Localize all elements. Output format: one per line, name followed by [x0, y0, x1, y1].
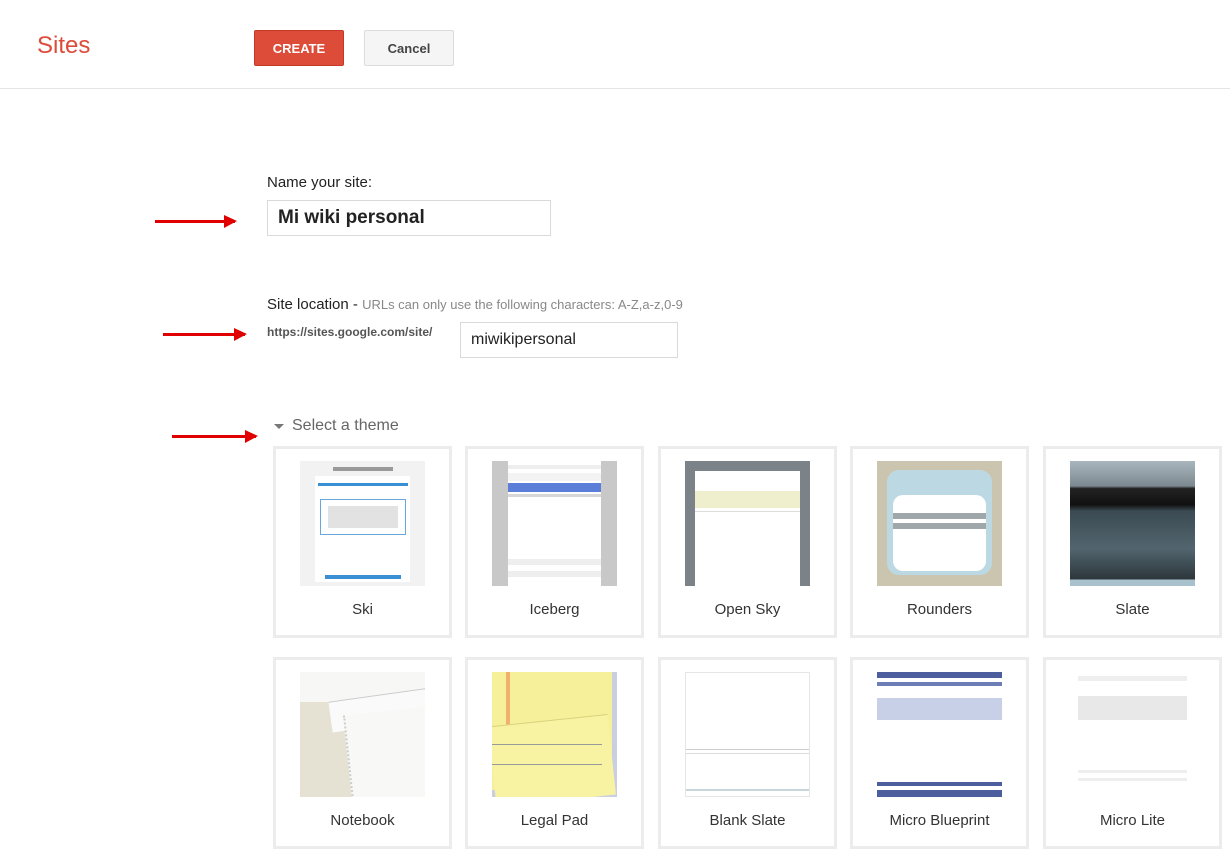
ski-theme-thumbnail	[300, 461, 425, 586]
theme-card-open-sky[interactable]: Open Sky	[658, 446, 837, 638]
theme-card-micro-lite[interactable]: Micro Lite	[1043, 657, 1222, 849]
slate-theme-thumbnail	[1070, 461, 1195, 586]
site-location-field[interactable]: miwikipersonal	[460, 322, 678, 358]
app-title: Sites	[37, 32, 91, 59]
rounders-theme-thumbnail	[877, 461, 1002, 586]
micro-blueprint-theme-thumbnail	[877, 672, 1002, 797]
theme-name: Blank Slate	[709, 812, 786, 829]
annotation-arrow-location	[163, 328, 247, 341]
theme-name: Micro Lite	[1099, 812, 1166, 829]
create-button[interactable]: CREATE	[254, 30, 344, 66]
site-location-heading: Site location - URLs can only use the fo…	[267, 296, 683, 313]
cancel-button[interactable]: Cancel	[364, 30, 454, 66]
url-prefix: https://sites.google.com/site/	[267, 325, 433, 339]
iceberg-theme-thumbnail	[492, 461, 617, 586]
open-sky-theme-thumbnail	[685, 461, 810, 586]
theme-name: Micro Blueprint	[889, 812, 990, 829]
theme-name: Ski	[352, 601, 373, 618]
theme-name: Rounders	[906, 601, 973, 618]
select-theme-label: Select a theme	[292, 417, 399, 434]
theme-card-micro-blueprint[interactable]: Micro Blueprint	[850, 657, 1029, 849]
theme-card-legal-pad[interactable]: Legal Pad	[465, 657, 644, 849]
site-name-label: Name your site:	[267, 174, 373, 191]
site-location-hint: URLs can only use the following characte…	[362, 297, 683, 312]
theme-name: Legal Pad	[520, 812, 589, 829]
notebook-theme-thumbnail	[300, 672, 425, 797]
theme-card-rounders[interactable]: Rounders	[850, 446, 1029, 638]
site-location-label: Site location	[267, 296, 349, 313]
theme-card-blank-slate[interactable]: Blank Slate	[658, 657, 837, 849]
top-bar: Sites CREATE Cancel	[0, 0, 1230, 89]
theme-name: Open Sky	[714, 601, 781, 618]
micro-lite-theme-thumbnail	[1070, 672, 1195, 797]
annotation-arrow-theme	[172, 430, 258, 443]
theme-name: Slate	[1115, 601, 1150, 618]
theme-card-slate[interactable]: Slate	[1043, 446, 1222, 638]
theme-card-ski[interactable]: Ski	[273, 446, 452, 638]
theme-name: Iceberg	[529, 601, 580, 618]
select-theme-toggle[interactable]: Select a theme	[274, 417, 399, 435]
site-location-separator: -	[348, 296, 363, 313]
theme-card-iceberg[interactable]: Iceberg	[465, 446, 644, 638]
caret-down-icon	[274, 423, 284, 429]
theme-name: Notebook	[330, 812, 395, 829]
annotation-arrow-name	[155, 215, 237, 228]
theme-card-notebook[interactable]: Notebook	[273, 657, 452, 849]
blank-slate-theme-thumbnail	[685, 672, 810, 797]
legal-pad-theme-thumbnail	[492, 672, 617, 797]
site-name-field[interactable]: Mi wiki personal	[267, 200, 551, 236]
